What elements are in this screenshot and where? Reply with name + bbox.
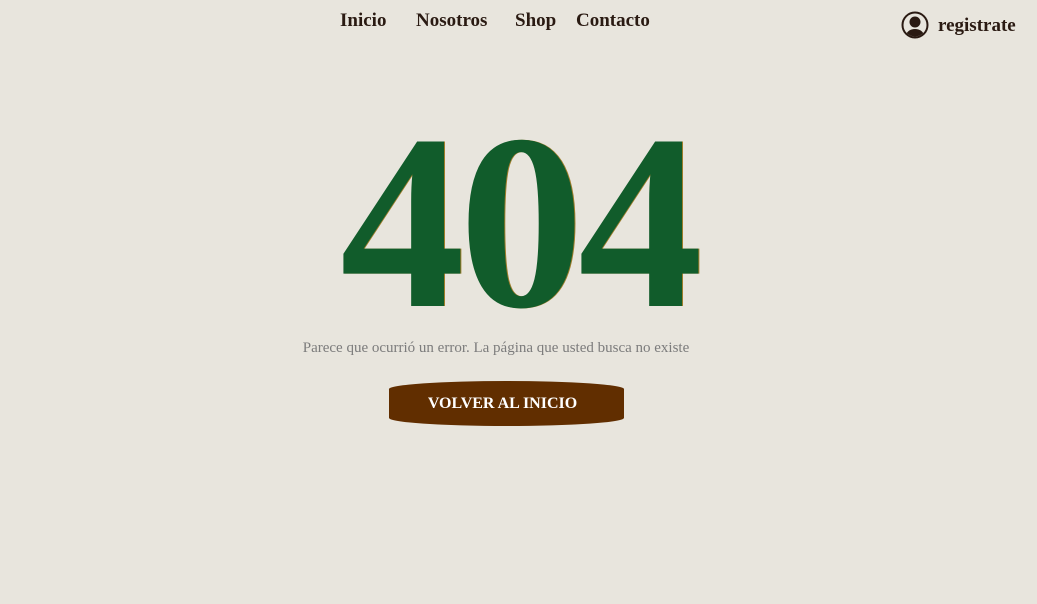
nav-link-inicio[interactable]: Inicio bbox=[340, 10, 386, 32]
back-home-button[interactable]: VOLVER AL INICIO bbox=[389, 381, 624, 426]
nav-link-nosotros[interactable]: Nosotros bbox=[416, 10, 487, 32]
register-link[interactable]: registrate bbox=[901, 11, 1016, 39]
nav-link-shop[interactable]: Shop bbox=[515, 10, 556, 32]
user-avatar-icon bbox=[901, 11, 929, 39]
nav-link-contacto[interactable]: Contacto bbox=[576, 10, 650, 32]
register-label: registrate bbox=[938, 15, 1016, 36]
error-message: Parece que ocurrió un error. La página q… bbox=[302, 340, 690, 356]
error-code: 404 bbox=[340, 84, 703, 361]
main-nav: Inicio Nosotros Shop Contacto bbox=[0, 10, 1037, 34]
